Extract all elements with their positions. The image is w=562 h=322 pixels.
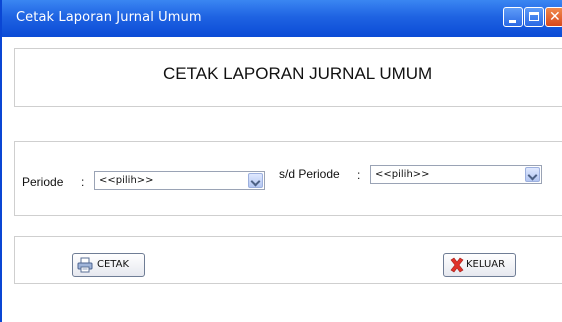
- close-button[interactable]: ✕: [545, 7, 562, 27]
- cetak-button[interactable]: CETAK: [72, 253, 145, 277]
- periode-select-value: <<pilih>>: [99, 175, 154, 186]
- periode-select[interactable]: <<pilih>>: [94, 171, 265, 190]
- app-window: Cetak Laporan Jurnal Umum ✕ CETAK LAPORA…: [0, 0, 562, 322]
- minimize-button[interactable]: [503, 7, 523, 27]
- printer-icon: [77, 257, 93, 273]
- chevron-down-icon[interactable]: [248, 173, 263, 188]
- keluar-button-label: KELUAR: [466, 259, 506, 270]
- red-x-icon: [450, 257, 464, 273]
- sd-periode-select[interactable]: <<pilih>>: [370, 165, 542, 184]
- chevron-down-icon[interactable]: [525, 167, 540, 182]
- sd-periode-select-value: <<pilih>>: [375, 169, 430, 180]
- sd-periode-colon: :: [357, 168, 361, 182]
- page-title: CETAK LAPORAN JURNAL UMUM: [163, 64, 433, 83]
- periode-colon: :: [81, 175, 85, 189]
- title-bar[interactable]: Cetak Laporan Jurnal Umum ✕: [2, 0, 562, 37]
- cetak-button-label: CETAK: [97, 259, 130, 270]
- sd-periode-label: s/d Periode: [279, 167, 340, 181]
- periode-label: Periode: [22, 175, 64, 189]
- keluar-button[interactable]: KELUAR: [443, 253, 516, 277]
- close-icon: ✕: [549, 9, 561, 25]
- window-title: Cetak Laporan Jurnal Umum: [16, 10, 202, 25]
- maximize-button[interactable]: [524, 7, 544, 27]
